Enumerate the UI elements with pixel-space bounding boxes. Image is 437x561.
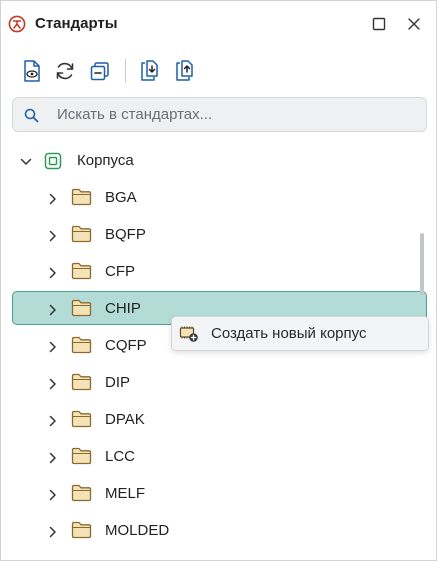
chevron-right-icon[interactable] xyxy=(47,192,59,205)
tree-item[interactable]: MOLDED xyxy=(1,512,436,549)
chevron-right-icon[interactable] xyxy=(47,340,59,353)
export-icon xyxy=(176,60,193,81)
menu-item-label: Создать новый корпус xyxy=(211,325,367,342)
chevron-right-icon[interactable] xyxy=(47,303,59,316)
tree-root-packages[interactable]: Корпуса xyxy=(1,142,436,179)
folder-icon xyxy=(71,262,92,280)
tree-item[interactable]: BGA xyxy=(1,179,436,216)
chevron-right-icon[interactable] xyxy=(47,229,59,242)
toolbar-separator xyxy=(125,59,126,83)
tree-item-label: BQFP xyxy=(105,226,146,243)
chevron-down-icon[interactable] xyxy=(20,155,32,167)
import-icon xyxy=(141,60,158,81)
refresh-button[interactable] xyxy=(54,59,76,83)
collapse-all-button[interactable] xyxy=(89,59,111,83)
tree-item[interactable]: DIP xyxy=(1,364,436,401)
import-button[interactable] xyxy=(138,59,160,83)
tree-item[interactable]: DPAK xyxy=(1,401,436,438)
tree-item[interactable]: LCC xyxy=(1,438,436,475)
tree-item[interactable]: BQFP xyxy=(1,216,436,253)
collapse-all-icon xyxy=(90,62,109,81)
folder-icon xyxy=(71,484,92,502)
tree-item-label: CFP xyxy=(105,263,135,280)
chevron-right-icon[interactable] xyxy=(47,266,59,279)
chip-package-icon xyxy=(44,152,62,170)
standards-logo-icon xyxy=(8,15,26,33)
tree-item-label: MELF xyxy=(105,485,146,502)
tree-item-label: DPAK xyxy=(105,411,145,428)
tree-item-label: CHIP xyxy=(105,300,141,317)
maximize-icon xyxy=(372,17,386,31)
view-document-icon xyxy=(24,60,40,82)
folder-icon xyxy=(71,299,92,317)
folder-icon xyxy=(71,447,92,465)
tree-item-label: BGA xyxy=(105,189,137,206)
folder-icon xyxy=(71,373,92,391)
tree-root-label: Корпуса xyxy=(77,152,134,169)
close-button[interactable] xyxy=(405,15,423,33)
search-icon xyxy=(24,108,39,123)
export-button[interactable] xyxy=(173,59,195,83)
tree-item-label: DIP xyxy=(105,374,131,391)
chevron-right-icon[interactable] xyxy=(47,414,59,427)
tree-item-label: LCC xyxy=(105,448,136,465)
refresh-icon xyxy=(56,62,74,80)
panel-header: Стандарты xyxy=(1,1,436,47)
folder-icon xyxy=(71,521,92,539)
chevron-right-icon[interactable] xyxy=(47,451,59,464)
close-icon xyxy=(408,18,420,30)
maximize-button[interactable] xyxy=(370,15,388,33)
standards-panel: Стандарты Искать в стандартах... Корпуса… xyxy=(0,0,437,561)
menu-item-create-package[interactable]: Создать новый корпус xyxy=(172,317,428,350)
chevron-right-icon[interactable] xyxy=(47,377,59,390)
folder-icon xyxy=(71,410,92,428)
tree-item[interactable]: CFP xyxy=(1,253,436,290)
view-document-button[interactable] xyxy=(21,59,43,83)
chevron-right-icon[interactable] xyxy=(47,525,59,538)
tree-item-label: MOLDED xyxy=(105,522,170,539)
tree-item-label: CQFP xyxy=(105,337,147,354)
folder-icon xyxy=(71,225,92,243)
search-input[interactable] xyxy=(57,98,417,131)
folder-icon xyxy=(71,188,92,206)
chevron-right-icon[interactable] xyxy=(47,488,59,501)
toolbar xyxy=(1,53,436,89)
tree-item[interactable]: MELF xyxy=(1,475,436,512)
scrollbar-thumb[interactable] xyxy=(420,233,424,295)
context-menu: Создать новый корпус xyxy=(171,316,429,351)
panel-title: Стандарты xyxy=(35,15,118,32)
search-box[interactable] xyxy=(12,97,427,132)
folder-icon xyxy=(71,336,92,354)
create-package-icon xyxy=(179,325,199,343)
